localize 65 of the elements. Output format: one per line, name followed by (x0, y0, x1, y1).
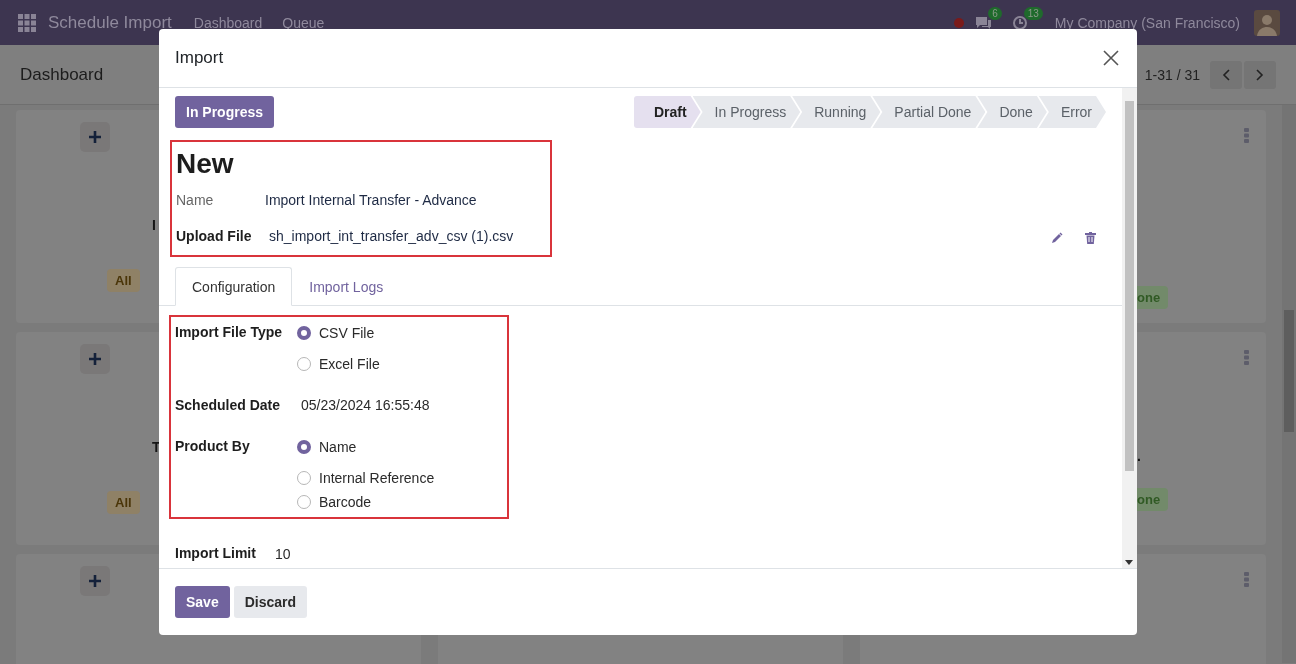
status-stage[interactable]: Done (977, 96, 1047, 128)
field-label: Product By (175, 437, 251, 456)
apps-grid-icon[interactable] (18, 13, 36, 32)
radio-label[interactable]: Barcode (319, 494, 372, 510)
message-count: 6 (988, 6, 1002, 20)
discard-button[interactable]: Discard (233, 586, 308, 618)
clock-icon[interactable] (1011, 14, 1028, 31)
radio-button[interactable] (297, 325, 311, 340)
chevron-right-icon (1256, 68, 1264, 81)
field-label: Name (176, 192, 215, 208)
tab[interactable]: Import Logs (292, 267, 401, 306)
record-name: New (176, 147, 235, 181)
radio-label[interactable]: Name (319, 438, 357, 455)
plus-icon (89, 131, 101, 143)
page-scrollbar[interactable] (1282, 105, 1296, 663)
field-value[interactable]: 10 (275, 546, 291, 562)
plus-icon (89, 575, 101, 587)
more-options-icon[interactable] (1244, 572, 1249, 587)
status-stage[interactable]: Error (1038, 96, 1106, 128)
menu-item[interactable]: Queue (282, 14, 325, 31)
filter-tag[interactable]: All (107, 491, 140, 514)
status-stage[interactable]: Draft (633, 96, 701, 128)
radio-button[interactable] (297, 439, 311, 454)
add-button[interactable] (80, 344, 110, 374)
edit-icon[interactable] (1051, 232, 1063, 244)
chat-icon[interactable] (974, 14, 993, 31)
dialog-scrollbar[interactable] (1122, 88, 1137, 568)
card-title: . (1137, 448, 1141, 464)
field-label: Scheduled Date (175, 397, 282, 413)
chevron-left-icon (1222, 68, 1230, 81)
radio-label[interactable]: Excel File (319, 355, 380, 372)
previous-button[interactable] (1210, 60, 1242, 89)
status-stage[interactable]: In Progress (692, 96, 801, 128)
field-value: Import Internal Transfer - Advance (265, 192, 477, 208)
app-name: Schedule Import (48, 12, 172, 33)
field-label: Upload File (176, 228, 253, 244)
tab[interactable]: Configuration (175, 267, 293, 306)
save-button[interactable]: Save (175, 586, 230, 618)
delete-icon[interactable] (1085, 232, 1096, 244)
field-label: Import Limit (175, 544, 257, 561)
more-options-icon[interactable] (1244, 350, 1249, 365)
plus-icon (89, 353, 101, 365)
more-options-icon[interactable] (1244, 128, 1249, 143)
date-value[interactable]: 05/23/2024 16:55:48 (297, 397, 430, 413)
avatar-icon[interactable] (1254, 9, 1280, 36)
pager-value: 1-31 / 31 (1144, 66, 1200, 83)
radio-label[interactable]: Internal Reference (319, 469, 435, 486)
activity-count: 13 (1023, 6, 1043, 20)
status-stage[interactable]: Running (792, 96, 881, 128)
add-button[interactable] (80, 566, 110, 596)
dialog-title: Import (175, 48, 224, 68)
status-dot-icon (954, 17, 965, 28)
close-button[interactable] (1101, 48, 1121, 68)
field-label: Import File Type (175, 323, 284, 342)
state-button[interactable]: In Progress (175, 96, 275, 128)
scroll-down-icon[interactable] (1125, 560, 1133, 565)
status-stage[interactable]: Partial Done (872, 96, 986, 128)
file-name: sh_import_int_transfer_adv_csv (1).csv (269, 228, 514, 244)
breadcrumb-title: Dashboard (20, 64, 104, 85)
card-title: I (152, 217, 156, 233)
radio-label[interactable]: CSV File (319, 324, 375, 341)
add-button[interactable] (80, 122, 110, 152)
filter-tag[interactable]: All (107, 269, 140, 292)
next-button[interactable] (1244, 60, 1276, 89)
menu-item[interactable]: Dashboard (193, 14, 263, 31)
